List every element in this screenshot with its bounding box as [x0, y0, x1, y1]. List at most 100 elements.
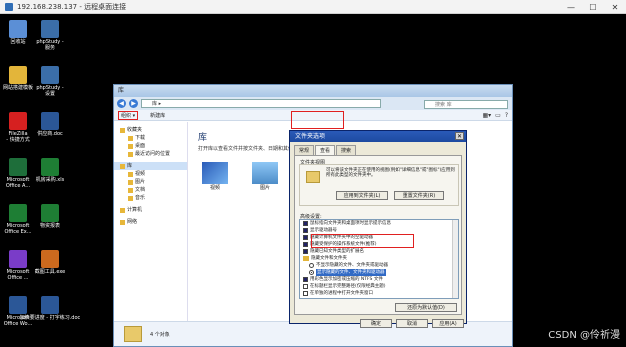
dialog-title-bar: 文件夹选项 ✕ — [290, 131, 466, 142]
desktop-icon[interactable]: Microsoft Office Wo... — [2, 296, 34, 327]
tab-view[interactable]: 查看 — [315, 145, 336, 155]
tab-search[interactable]: 搜索 — [336, 145, 357, 155]
desktop-shortcut-icon — [9, 296, 27, 314]
library-folder-icon — [124, 326, 142, 342]
apply-button[interactable]: 应用(A) — [432, 319, 464, 328]
checkbox[interactable] — [303, 235, 308, 240]
checkbox[interactable] — [303, 242, 308, 247]
advanced-setting-row[interactable]: 鼠标指向文件夹和桌面项时显示提示信息 — [300, 220, 458, 227]
nav-item[interactable]: 下载 — [114, 134, 187, 142]
advanced-settings-list[interactable]: 鼠标指向文件夹和桌面项时显示提示信息 显示驱动器号 隐藏计算机文件夹中的空驱动器 隐藏… — [299, 219, 459, 299]
highlight-show-hidden-option — [311, 234, 414, 248]
advanced-setting-label: 显示驱动器号 — [310, 228, 337, 233]
folder-icon — [306, 171, 320, 183]
tab-general[interactable]: 常规 — [294, 145, 315, 155]
advanced-setting-label: 用彩色显示加密或压缩的 NTFS 文件 — [310, 277, 383, 282]
nav-folder-icon — [128, 179, 133, 185]
preview-pane-icon[interactable]: ▭ — [495, 112, 501, 119]
dialog-close-button[interactable]: ✕ — [455, 132, 464, 140]
library-item-videos[interactable]: 视频 — [200, 162, 230, 191]
advanced-setting-label: 隐藏文件和文件夹 — [311, 256, 347, 261]
search-input[interactable]: 搜索 库 — [424, 100, 508, 109]
desktop-icon[interactable]: phpStudy - 设置 — [34, 66, 66, 97]
address-input[interactable]: 库 ▸ — [141, 99, 381, 108]
nav-item[interactable]: 图片 — [114, 178, 187, 186]
restore-defaults-button[interactable]: 还原为默认值(D) — [395, 303, 457, 312]
checkbox[interactable] — [303, 284, 308, 289]
advanced-setting-label: 在标题栏显示完整路径(仅限经典主题) — [310, 284, 386, 289]
desktop-icon[interactable]: 加快要进度 - 打字练习.doc — [20, 296, 80, 321]
forward-arrow-icon[interactable]: ▶ — [129, 99, 138, 108]
help-icon[interactable]: ? — [505, 112, 508, 119]
nav-item[interactable]: 网络 — [114, 218, 187, 226]
nav-item[interactable]: 计算机 — [114, 206, 187, 214]
advanced-setting-row[interactable]: 隐藏文件和文件夹 — [300, 255, 458, 262]
folder-views-description: 可以将该文件夹正在使用的视图(例如"详细信息"或"图标")应用到所有此类型的文件… — [326, 168, 455, 178]
checkbox[interactable] — [303, 291, 308, 296]
desktop-icon[interactable]: 截图工具.exe — [34, 250, 66, 275]
desktop-icon-label: Microsoft Office ... — [6, 269, 30, 281]
rdp-title-bar: 192.168.238.137 - 远程桌面连接 — ☐ ✕ — [0, 0, 626, 14]
desktop-icon-label: 物资报表 — [39, 223, 60, 229]
desktop-icon-label: phpStudy - 服务 — [36, 39, 64, 51]
checkbox[interactable] — [303, 221, 308, 226]
minimize-button[interactable]: — — [560, 0, 582, 14]
radio-button[interactable] — [309, 270, 314, 275]
nav-item[interactable]: 视频 — [114, 170, 187, 178]
advanced-setting-row[interactable]: 在标题栏显示完整路径(仅限经典主题) — [300, 283, 458, 290]
desktop-icon[interactable]: 供应商.doc — [34, 112, 66, 137]
scrollbar[interactable] — [452, 220, 458, 298]
picture-library-icon — [252, 162, 278, 184]
desktop-shortcut-icon — [41, 66, 59, 84]
organize-button[interactable]: 组织 ▾ — [118, 110, 139, 120]
desktop-icon[interactable]: phpStudy - 服务 — [34, 20, 66, 51]
navigation-pane: 收藏夹 下载 桌面 最近访问的位置库视频 图片 文档 音乐计算机网络 — [114, 122, 188, 322]
reset-folders-button[interactable]: 重置文件夹(R) — [394, 191, 444, 200]
nav-item[interactable]: 音乐 — [114, 194, 187, 202]
advanced-setting-label: 在单独的进程中打开文件夹窗口 — [310, 291, 373, 296]
desktop-shortcut-icon — [9, 20, 27, 38]
view-options-icon[interactable]: ▦▾ — [482, 112, 491, 119]
desktop-icon[interactable]: Microsoft Office Ex... — [2, 204, 34, 235]
advanced-setting-row[interactable]: 用彩色显示加密或压缩的 NTFS 文件 — [300, 276, 458, 283]
checkbox[interactable] — [303, 277, 308, 282]
remote-desktop-icon — [5, 2, 13, 11]
cancel-button[interactable]: 取消 — [396, 319, 428, 328]
desktop-icon[interactable]: FileZilla - 快捷方式 — [2, 112, 34, 143]
nav-folder-icon — [120, 207, 125, 213]
maximize-button[interactable]: ☐ — [582, 0, 604, 14]
new-library-button[interactable]: 新建库 — [150, 112, 165, 119]
advanced-setting-row[interactable]: 隐藏已知文件类型的扩展名 — [300, 248, 458, 255]
advanced-setting-row[interactable]: 显示隐藏的文件、文件夹和驱动器 — [300, 269, 458, 276]
nav-folder-icon — [120, 127, 125, 133]
nav-item-label: 图片 — [135, 179, 146, 185]
desktop-icon[interactable]: 物资报表 — [34, 204, 66, 229]
nav-item[interactable]: 文档 — [114, 186, 187, 194]
advanced-setting-row[interactable]: 不显示隐藏的文件、文件夹或驱动器 — [300, 262, 458, 269]
checkbox[interactable] — [303, 249, 308, 254]
library-item-pictures[interactable]: 图片 — [250, 162, 280, 191]
back-arrow-icon[interactable]: ◀ — [117, 99, 126, 108]
highlight-dialog-title — [291, 111, 344, 129]
apply-to-folders-button[interactable]: 应用到文件夹(L) — [336, 191, 388, 200]
advanced-setting-row[interactable]: 在单独的进程中打开文件夹窗口 — [300, 290, 458, 297]
desktop-icon-label: Microsoft Office Ex... — [4, 223, 32, 235]
ok-button[interactable]: 确定 — [360, 319, 392, 328]
view-tools: ▦▾ ▭ ? — [482, 112, 508, 119]
radio-button[interactable] — [309, 263, 314, 268]
desktop-icon[interactable]: 网站搭建模板 — [2, 66, 34, 91]
desktop-icon-label: 截图工具.exe — [34, 269, 66, 275]
desktop-icon[interactable]: 机房采购.xls — [34, 158, 66, 183]
advanced-setting-label: 鼠标指向文件夹和桌面项时显示提示信息 — [310, 221, 391, 226]
desktop-icon[interactable]: Microsoft Office A... — [2, 158, 34, 189]
nav-item[interactable]: 最近访问的位置 — [114, 150, 187, 158]
desktop-icon[interactable]: 回收站 — [2, 20, 34, 45]
desktop-icon[interactable]: Microsoft Office ... — [2, 250, 34, 281]
nav-item[interactable]: 收藏夹 — [114, 126, 187, 134]
close-button[interactable]: ✕ — [604, 0, 626, 14]
nav-item[interactable]: 桌面 — [114, 142, 187, 150]
advanced-setting-row[interactable]: 显示驱动器号 — [300, 227, 458, 234]
folder-views-group: 可以将该文件夹正在使用的视图(例如"详细信息"或"图标")应用到所有此类型的文件… — [299, 164, 459, 206]
nav-item[interactable]: 库 — [114, 162, 187, 170]
checkbox[interactable] — [303, 228, 308, 233]
